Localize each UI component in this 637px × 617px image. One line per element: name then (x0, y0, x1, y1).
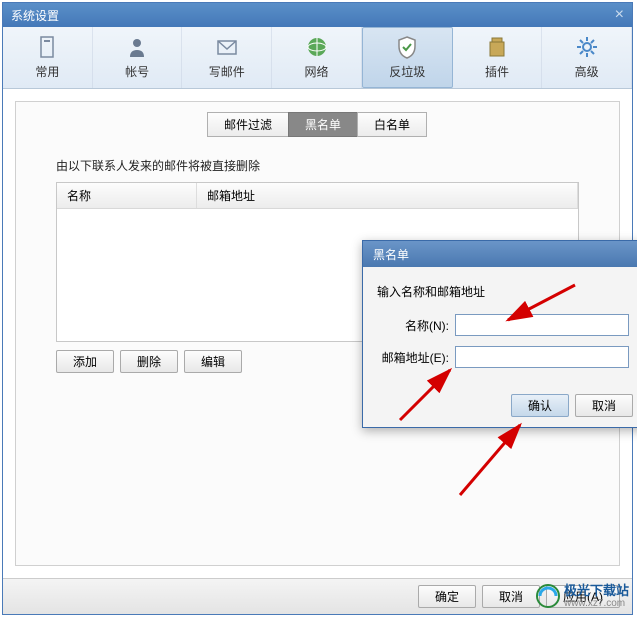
tab-network[interactable]: 网络 (272, 27, 362, 88)
name-input[interactable] (455, 314, 629, 336)
plugin-icon (485, 35, 509, 59)
title-bar: 系统设置 × (3, 3, 632, 27)
watermark-text: 极光下载站 www.xz7.com (564, 584, 629, 609)
dialog-footer: 确认 取消 (363, 388, 637, 427)
email-label: 邮箱地址(E): (377, 349, 455, 366)
toolbar: 常用 帐号 写邮件 网络 反垃圾 (3, 27, 632, 89)
shield-icon (395, 35, 419, 59)
general-icon (35, 35, 59, 59)
watermark-logo-icon (536, 584, 560, 608)
sub-tabs: 邮件过滤 黑名单 白名单 (56, 112, 579, 137)
ok-button[interactable]: 确定 (418, 585, 476, 608)
watermark-url: www.xz7.com (564, 598, 629, 609)
subtab-mailfilter[interactable]: 邮件过滤 (207, 112, 289, 137)
tab-label: 常用 (35, 63, 59, 80)
add-button[interactable]: 添加 (56, 350, 114, 373)
tab-label: 网络 (305, 63, 329, 80)
blacklist-instruction: 由以下联系人发来的邮件将被直接删除 (56, 157, 579, 174)
tab-antispam[interactable]: 反垃圾 (362, 27, 453, 88)
gear-icon (575, 35, 599, 59)
tab-label: 反垃圾 (389, 63, 425, 80)
edit-button[interactable]: 编辑 (184, 350, 242, 373)
account-icon (125, 35, 149, 59)
form-row-name: 名称(N): (377, 314, 629, 336)
delete-button[interactable]: 删除 (120, 350, 178, 373)
cancel-button[interactable]: 取消 (482, 585, 540, 608)
subtab-blacklist[interactable]: 黑名单 (288, 112, 358, 137)
tab-label: 写邮件 (209, 63, 245, 80)
table-header: 名称 邮箱地址 (57, 183, 578, 209)
subtab-whitelist[interactable]: 白名单 (357, 112, 427, 137)
watermark: 极光下载站 www.xz7.com (536, 584, 629, 609)
dialog-cancel-button[interactable]: 取消 (575, 394, 633, 417)
dialog-body: 输入名称和邮箱地址 名称(N): 邮箱地址(E): (363, 267, 637, 388)
tab-account[interactable]: 帐号 (93, 27, 183, 88)
tab-label: 插件 (485, 63, 509, 80)
window-title: 系统设置 (11, 7, 59, 24)
column-email[interactable]: 邮箱地址 (197, 183, 578, 208)
close-icon[interactable]: × (615, 6, 624, 24)
dialog-ok-button[interactable]: 确认 (511, 394, 569, 417)
watermark-name: 极光下载站 (564, 584, 629, 598)
dialog-title-bar: 黑名单 (363, 241, 637, 267)
tab-advanced[interactable]: 高级 (542, 27, 632, 88)
column-name[interactable]: 名称 (57, 183, 197, 208)
tab-compose[interactable]: 写邮件 (182, 27, 272, 88)
tab-general[interactable]: 常用 (3, 27, 93, 88)
compose-icon (215, 35, 239, 59)
network-icon (305, 35, 329, 59)
tab-label: 高级 (575, 63, 599, 80)
blacklist-dialog: 黑名单 输入名称和邮箱地址 名称(N): 邮箱地址(E): 确认 取消 (362, 240, 637, 428)
email-input[interactable] (455, 346, 629, 368)
dialog-instruction: 输入名称和邮箱地址 (377, 283, 629, 300)
name-label: 名称(N): (377, 317, 455, 334)
dialog-title: 黑名单 (373, 246, 409, 263)
tab-plugin[interactable]: 插件 (453, 27, 543, 88)
tab-label: 帐号 (125, 63, 149, 80)
form-row-email: 邮箱地址(E): (377, 346, 629, 368)
